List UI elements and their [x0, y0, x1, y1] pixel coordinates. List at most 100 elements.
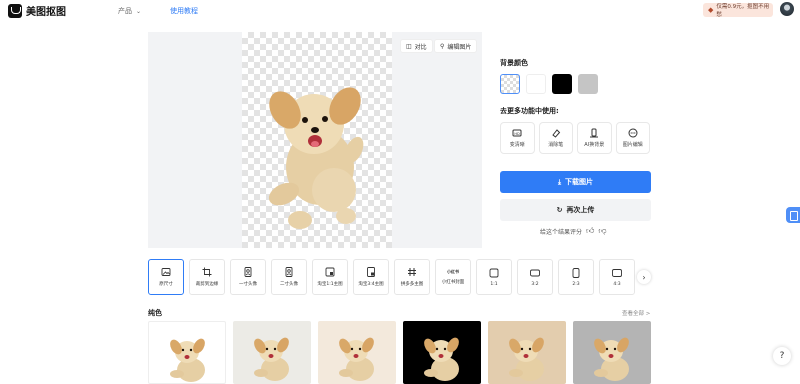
background-card[interactable]: [318, 321, 396, 384]
eraser-icon: [552, 129, 560, 138]
edit-image-button[interactable]: ⚲ 编辑图片: [434, 39, 478, 53]
preview-area: ◫ 对比 ⚲ 编辑图片: [148, 32, 482, 248]
tool-enhance-label: 变清晰: [509, 142, 525, 148]
tool-ai-background-label: AI换背景: [584, 142, 605, 148]
vip-promo-text: 仅需0.9元，抠图不用愁: [716, 4, 770, 18]
tool-ai-background[interactable]: AI换背景: [577, 122, 612, 154]
size-label: 淘宝1:1主图: [317, 282, 343, 287]
nav-product-label: 产品: [118, 7, 132, 15]
dog-thumbnail: [424, 337, 459, 381]
solid-color-title: 纯色: [148, 309, 162, 317]
chevron-down-icon: ⌄: [136, 7, 142, 15]
cutout-dog-image: [268, 87, 364, 229]
background-card[interactable]: [233, 321, 311, 384]
tool-eraser[interactable]: 消除笔: [538, 122, 573, 154]
more-icon: [628, 128, 638, 138]
background-card[interactable]: [573, 321, 651, 384]
ratio-2-3-icon: [572, 267, 580, 278]
size-presets: 原尺寸 裁剪到边缘 一寸头像 二寸头像 淘宝1:1主图 淘宝3:4主图 拼多多主…: [148, 259, 635, 295]
tool-eraser-label: 消除笔: [548, 142, 564, 148]
image-icon: [161, 268, 171, 276]
dog-thumbnail: [339, 337, 374, 381]
nav-tutorial-link[interactable]: 使用教程: [170, 6, 198, 16]
background-card[interactable]: [403, 321, 481, 384]
background-swatches: [500, 74, 650, 94]
logo[interactable]: 美图抠图: [8, 3, 66, 18]
more-tools-label: 去更多功能中使用:: [500, 107, 559, 115]
compare-icon: ◫: [406, 42, 412, 50]
reupload-label: 再次上传: [566, 206, 595, 214]
search-edit-icon: ⚲: [440, 42, 445, 50]
tool-image-edit-label: 图片编辑: [622, 142, 643, 148]
view-all-link[interactable]: 查看全部 >: [622, 309, 650, 317]
size-ratio-2-3[interactable]: 2:3: [558, 259, 594, 295]
swatch-white[interactable]: [526, 74, 546, 94]
chevron-right-icon[interactable]: ›: [637, 270, 651, 284]
ratio-4-3-icon: [612, 268, 622, 277]
tool-enhance[interactable]: HD 变清晰: [500, 122, 535, 154]
thumbs-down-icon[interactable]: 👎︎: [598, 226, 606, 236]
size-label: 一寸头像: [239, 282, 257, 287]
swatch-gray[interactable]: [578, 74, 598, 94]
product-icon: [325, 267, 335, 277]
rating-row: 给这个结果评分 👍︎ 👎︎: [540, 226, 607, 236]
size-ratio-4-3[interactable]: 4:3: [599, 259, 635, 295]
size-label: 4:3: [613, 281, 621, 287]
compare-label: 对比: [414, 43, 427, 51]
top-bar: 美图抠图 产品 ⌄ 使用教程 ◆ 仅需0.9元，抠图不用愁: [0, 0, 800, 22]
background-color-label: 背景颜色: [500, 59, 528, 67]
download-button[interactable]: ⤓ 下载图片: [500, 171, 651, 193]
ratio-3-2-icon: [530, 269, 540, 276]
rating-label: 给这个结果评分: [540, 228, 583, 236]
size-pinduoduo[interactable]: 拼多多主图: [394, 259, 430, 295]
dog-thumbnail: [509, 337, 544, 381]
size-label: 拼多多主图: [400, 282, 424, 287]
thumbs-up-icon[interactable]: 👍︎: [586, 226, 594, 236]
reupload-button[interactable]: ↻ 再次上传: [500, 199, 651, 221]
dog-thumbnail: [594, 337, 629, 381]
ai-background-icon: [590, 128, 599, 138]
size-ratio-1-1[interactable]: 1:1: [476, 259, 512, 295]
size-label: 3:2: [531, 281, 539, 287]
more-tools-list: HD 变清晰 消除笔 AI换背景 图片编辑: [500, 122, 650, 154]
refresh-icon: ↻: [556, 206, 563, 214]
size-crop-edge[interactable]: 裁剪到边缘: [189, 259, 225, 295]
dog-thumbnail: [254, 337, 289, 381]
pdd-icon: [408, 268, 416, 276]
xiaohongshu-icon: 小红书: [447, 269, 459, 274]
background-card[interactable]: [148, 321, 226, 384]
avatar[interactable]: [780, 2, 794, 16]
size-label: 2:3: [572, 281, 580, 287]
help-icon[interactable]: ?: [773, 347, 791, 365]
download-label: 下载图片: [565, 178, 594, 186]
size-1inch[interactable]: 一寸头像: [230, 259, 266, 295]
product-icon: [367, 267, 375, 277]
ratio-1-1-icon: [489, 268, 499, 277]
dog-thumbnail: [170, 338, 205, 382]
size-original[interactable]: 原尺寸: [148, 259, 184, 295]
logo-text: 美图抠图: [26, 7, 66, 18]
nav-product-menu[interactable]: 产品 ⌄: [118, 6, 141, 16]
logo-icon: [8, 3, 22, 18]
compare-button[interactable]: ◫ 对比: [400, 39, 433, 53]
side-panel-icon[interactable]: [786, 207, 800, 223]
crop-icon: [202, 267, 212, 277]
size-label: 淘宝3:4主图: [358, 282, 384, 287]
size-xiaohongshu[interactable]: 小红书 小红书封面: [435, 259, 471, 295]
background-card[interactable]: [488, 321, 566, 384]
size-taobao-3-4[interactable]: 淘宝3:4主图: [353, 259, 389, 295]
swatch-transparent[interactable]: [500, 74, 520, 94]
swatch-black[interactable]: [552, 74, 572, 94]
vip-promo-badge[interactable]: ◆ 仅需0.9元，抠图不用愁: [703, 3, 773, 18]
edit-image-label: 编辑图片: [447, 43, 472, 51]
background-cards: [148, 321, 651, 384]
hd-icon: HD: [512, 129, 522, 137]
portrait-icon: [285, 267, 293, 277]
size-2inch[interactable]: 二寸头像: [271, 259, 307, 295]
transparent-canvas: [242, 32, 392, 248]
size-label: 二寸头像: [280, 282, 298, 287]
svg-text:HD: HD: [515, 132, 521, 136]
size-taobao-1-1[interactable]: 淘宝1:1主图: [312, 259, 348, 295]
tool-image-edit[interactable]: 图片编辑: [615, 122, 650, 154]
size-ratio-3-2[interactable]: 3:2: [517, 259, 553, 295]
